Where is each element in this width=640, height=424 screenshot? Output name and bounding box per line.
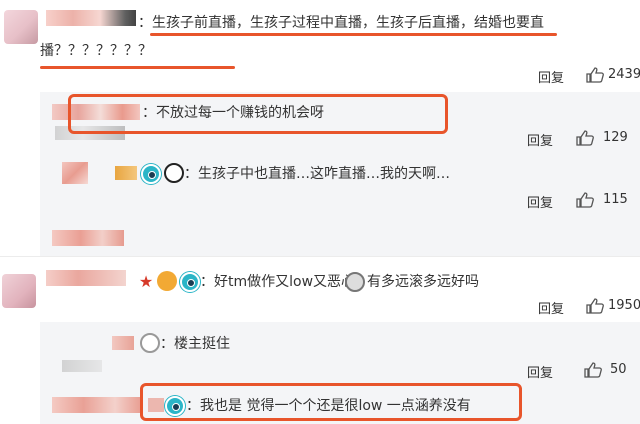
like-count: 50 [610,362,627,377]
comment-text-line2: 播？？？？？？？ [40,43,152,59]
comment-1: ：生孩子前直播，生孩子过程中直播，生孩子后直播，结婚也要直 播？？？？？？？ 回… [0,0,640,92]
highlight-box [140,383,522,421]
badge-icon [157,271,177,291]
username-blur[interactable] [115,166,137,180]
reply-button[interactable]: 回复 [538,298,564,317]
reply-button[interactable]: 回复 [527,362,553,381]
star-icon: ★ [138,272,154,291]
camera-lens-icon [180,272,200,292]
like-count: 129 [603,130,628,145]
highlight-underline [150,33,557,36]
highlight-underline [40,66,235,69]
reply-text: ：楼主挺住 [160,336,230,352]
avatar-blur [62,360,102,372]
reply-button[interactable]: 回复 [527,130,553,149]
reply-button[interactable]: 回复 [527,192,553,211]
thumbs-up-icon[interactable] [586,298,604,314]
panda-icon [164,163,184,183]
comment-text: ：好tm做作又low又恶心 [200,274,356,290]
like-count: 1950 [608,298,640,313]
thumbs-up-icon[interactable] [584,362,602,378]
comment-text-line1: ：生孩子前直播，生孩子过程中直播，生孩子后直播，结婚也要直 [138,15,544,31]
reply-text: ：生孩子中也直播…这咋直播…我的天啊… [184,166,450,182]
username-blur[interactable] [112,336,134,350]
like-count: 115 [603,192,628,207]
username-blur[interactable] [52,397,142,413]
username-blur[interactable] [46,270,126,286]
comment-text-tail: 有多远滚多远好吗 [367,274,479,290]
highlight-box [68,94,448,134]
more-replies-blur[interactable] [52,230,124,246]
thumbs-up-icon[interactable] [576,130,594,146]
medal-icon [140,333,160,353]
thumbs-up-icon[interactable] [576,192,594,208]
divider [0,256,640,257]
thumbs-up-icon[interactable] [586,67,604,83]
like-count: 2439 [608,67,640,82]
camera-lens-icon [141,164,161,184]
emoji-face-icon [345,272,365,292]
avatar-blur [62,162,88,184]
username-blur[interactable] [46,10,136,26]
reply-button[interactable]: 回复 [538,67,564,86]
avatar[interactable] [2,274,36,308]
avatar[interactable] [4,10,38,44]
